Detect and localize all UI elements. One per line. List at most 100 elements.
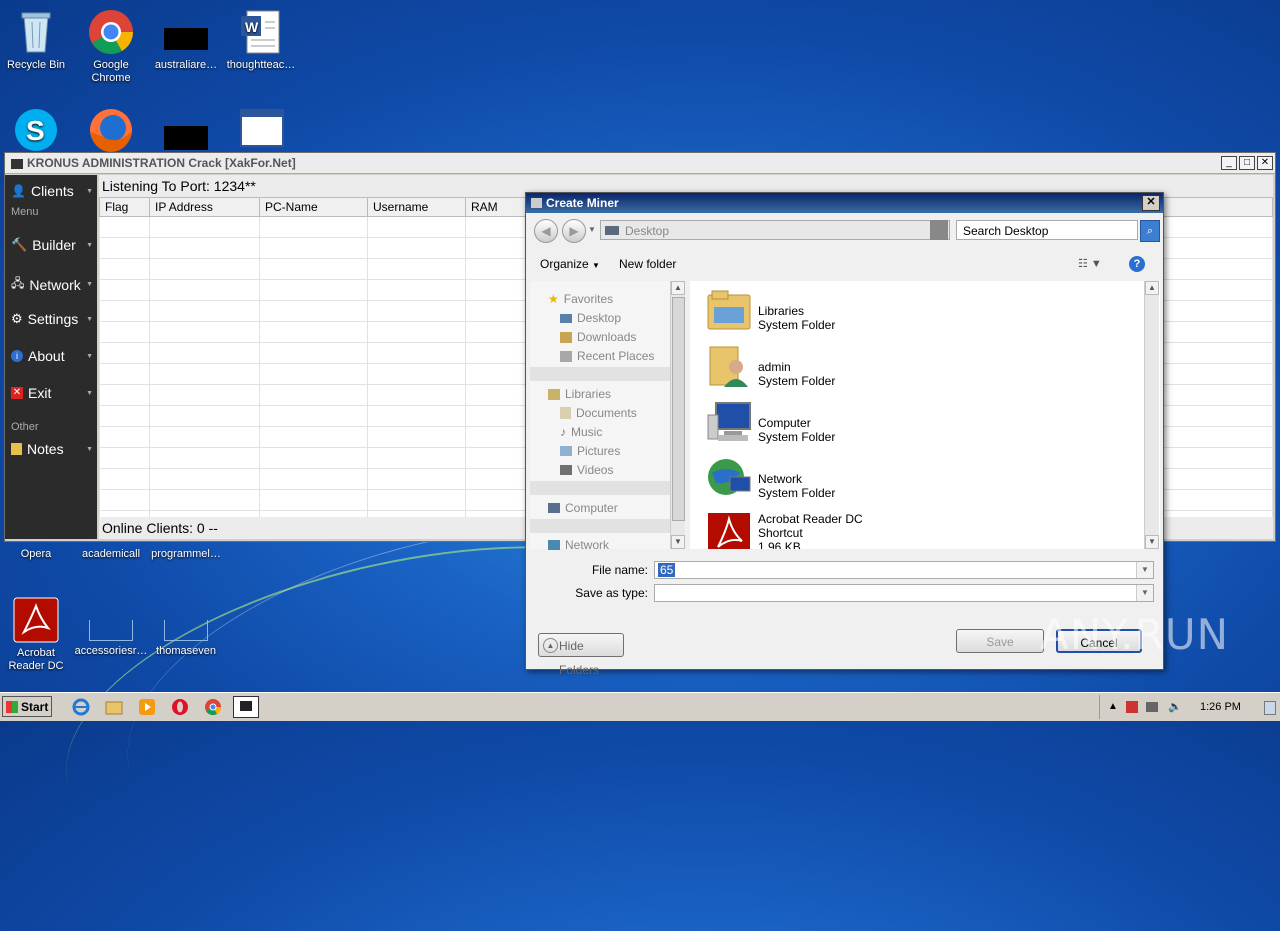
save-as-type-select[interactable]: ▼ — [654, 584, 1154, 602]
nav-scrollbar[interactable]: ▲ ▼ — [670, 281, 685, 549]
nav-downloads[interactable]: Downloads — [560, 330, 636, 344]
desktop-icon-window[interactable] — [223, 106, 299, 157]
opera-icon[interactable] — [171, 698, 189, 716]
organize-button[interactable]: Organize ▼ — [540, 251, 600, 279]
desktop-icon-recycle-bin[interactable]: Recycle Bin — [0, 8, 74, 72]
list-item[interactable]: Network System Folder — [706, 455, 835, 507]
column-header-ram[interactable]: RAM — [465, 197, 526, 217]
sidebar-item-notes[interactable]: Notes ▼ — [11, 441, 95, 457]
nav-libraries[interactable]: Libraries — [548, 387, 611, 401]
column-header-pc-name[interactable]: PC-Name — [259, 197, 368, 217]
file-icon — [164, 620, 208, 641]
sidebar-item-clients[interactable]: 👤 Clients ▼ — [11, 183, 95, 199]
close-button[interactable]: ✕ — [1142, 195, 1160, 211]
file-name: Acrobat Reader DC — [758, 512, 863, 526]
dialog-titlebar[interactable]: Create Miner ✕ — [526, 193, 1163, 213]
sidebar-item-settings[interactable]: ⚙ Settings ▼ — [11, 311, 95, 327]
clock[interactable]: 1:26 PM — [1200, 695, 1241, 719]
start-button[interactable]: Start — [2, 696, 52, 717]
table-cell — [149, 384, 260, 406]
file-list-scrollbar[interactable]: ▲ ▼ — [1144, 281, 1159, 549]
nav-music[interactable]: ♪ Music — [560, 425, 602, 439]
desktop-icon-accessories[interactable]: accessoriesr… — [73, 620, 149, 658]
nav-desktop[interactable]: Desktop — [560, 311, 621, 325]
desktop-icon-skype[interactable]: S — [0, 106, 74, 157]
chevron-down-icon[interactable]: ▼ — [1136, 562, 1153, 578]
list-item[interactable]: Computer System Folder — [706, 399, 835, 451]
nav-pictures[interactable]: Pictures — [560, 444, 620, 458]
address-value: Desktop — [625, 224, 670, 238]
desktop-icon-academicall[interactable]: academicall — [73, 548, 149, 561]
table-cell — [367, 384, 466, 406]
view-options-icon[interactable]: ☷ ▼ — [1078, 251, 1102, 277]
scroll-down-button[interactable]: ▼ — [1145, 535, 1159, 549]
nav-recent-places[interactable]: Recent Places — [560, 349, 654, 363]
forward-button[interactable]: ▶ — [562, 219, 586, 243]
chevron-down-icon: ▼ — [86, 352, 93, 360]
desktop-icon-hidden[interactable] — [148, 106, 224, 157]
chevron-down-icon[interactable]: ▼ — [588, 225, 596, 234]
explorer-folder-icon[interactable] — [105, 698, 123, 716]
list-item[interactable]: Acrobat Reader DC Shortcut 1.96 KB — [706, 509, 863, 549]
table-cell — [367, 405, 466, 427]
nav-videos[interactable]: Videos — [560, 463, 613, 477]
nav-computer[interactable]: Computer — [548, 501, 618, 515]
nav-documents[interactable]: Documents — [560, 406, 637, 420]
table-cell — [465, 489, 526, 511]
desktop-icon-firefox[interactable] — [73, 106, 149, 157]
computer-icon — [548, 503, 560, 513]
search-icon[interactable]: ⌕ — [1140, 220, 1160, 242]
show-desktop-button[interactable] — [1264, 701, 1276, 715]
kronus-taskbar-button[interactable] — [233, 696, 259, 718]
sidebar-item-exit[interactable]: ✕ Exit ▼ — [11, 385, 95, 401]
file-name-field[interactable]: 65 ▼ — [654, 561, 1154, 579]
column-header-username[interactable]: Username — [367, 197, 466, 217]
scroll-up-button[interactable]: ▲ — [1145, 281, 1159, 295]
column-header-ip[interactable]: IP Address — [149, 197, 260, 217]
media-player-icon[interactable] — [138, 698, 156, 716]
chrome-icon[interactable] — [204, 698, 222, 716]
list-item[interactable]: Libraries System Folder — [706, 287, 835, 339]
save-button[interactable]: Save — [956, 629, 1044, 653]
desktop-icon-chrome[interactable]: Google Chrome — [73, 8, 149, 85]
internet-explorer-icon[interactable] — [72, 698, 90, 716]
help-icon[interactable]: ? — [1129, 256, 1145, 272]
nav-network[interactable]: Network — [548, 538, 609, 552]
table-cell — [465, 258, 526, 280]
sidebar-item-network[interactable]: 🖧 Network ▼ — [11, 274, 95, 295]
scroll-down-button[interactable]: ▼ — [671, 535, 685, 549]
sidebar-item-about[interactable]: i About ▼ — [11, 348, 95, 364]
search-input[interactable]: Search Desktop — [956, 220, 1138, 240]
volume-icon[interactable]: 🔈 — [1168, 695, 1182, 719]
column-header-flag[interactable]: Flag — [99, 197, 150, 217]
sidebar-item-builder[interactable]: 🔨 Builder ▼ — [11, 237, 95, 253]
network-status-icon[interactable] — [1146, 702, 1158, 712]
address-field[interactable]: Desktop ▼ — [600, 220, 950, 240]
desktop-icon-thoughtteac[interactable]: W thoughtteac… — [223, 8, 299, 72]
back-button[interactable]: ◀ — [534, 219, 558, 243]
desktop-icon-programmel[interactable]: programmel… — [148, 548, 224, 561]
action-center-icon[interactable] — [1126, 701, 1138, 713]
refresh-button[interactable] — [930, 220, 948, 240]
new-folder-button[interactable]: New folder — [619, 251, 676, 277]
desktop-icon-thomaseven[interactable]: thomaseven — [148, 620, 224, 658]
desktop-icon-australiare[interactable]: australiare… — [148, 8, 224, 72]
nav-favorites[interactable]: ★ Favorites — [548, 292, 613, 306]
maximize-button[interactable]: □ — [1239, 156, 1255, 170]
desktop-icon-opera[interactable]: Opera — [0, 548, 74, 561]
close-button[interactable]: ✕ — [1257, 156, 1273, 170]
chevron-down-icon[interactable]: ▼ — [1136, 585, 1153, 601]
desktop-icon-acrobat[interactable]: Acrobat Reader DC — [0, 596, 74, 673]
hide-folders-button[interactable]: ▲ Hide Folders — [538, 633, 624, 677]
table-cell — [367, 300, 466, 322]
desktop-icon-label: Opera — [20, 548, 52, 560]
minimize-button[interactable]: _ — [1221, 156, 1237, 170]
table-cell — [465, 426, 526, 448]
table-cell — [465, 384, 526, 406]
table-cell — [149, 468, 260, 490]
scroll-up-button[interactable]: ▲ — [671, 281, 685, 295]
list-item[interactable]: admin System Folder — [706, 343, 835, 395]
show-hidden-icons-button[interactable]: ▲ — [1108, 695, 1118, 719]
kronus-titlebar[interactable]: KRONUS ADMINISTRATION Crack [XakFor.Net] — [5, 153, 1275, 174]
scroll-thumb[interactable] — [672, 297, 685, 521]
